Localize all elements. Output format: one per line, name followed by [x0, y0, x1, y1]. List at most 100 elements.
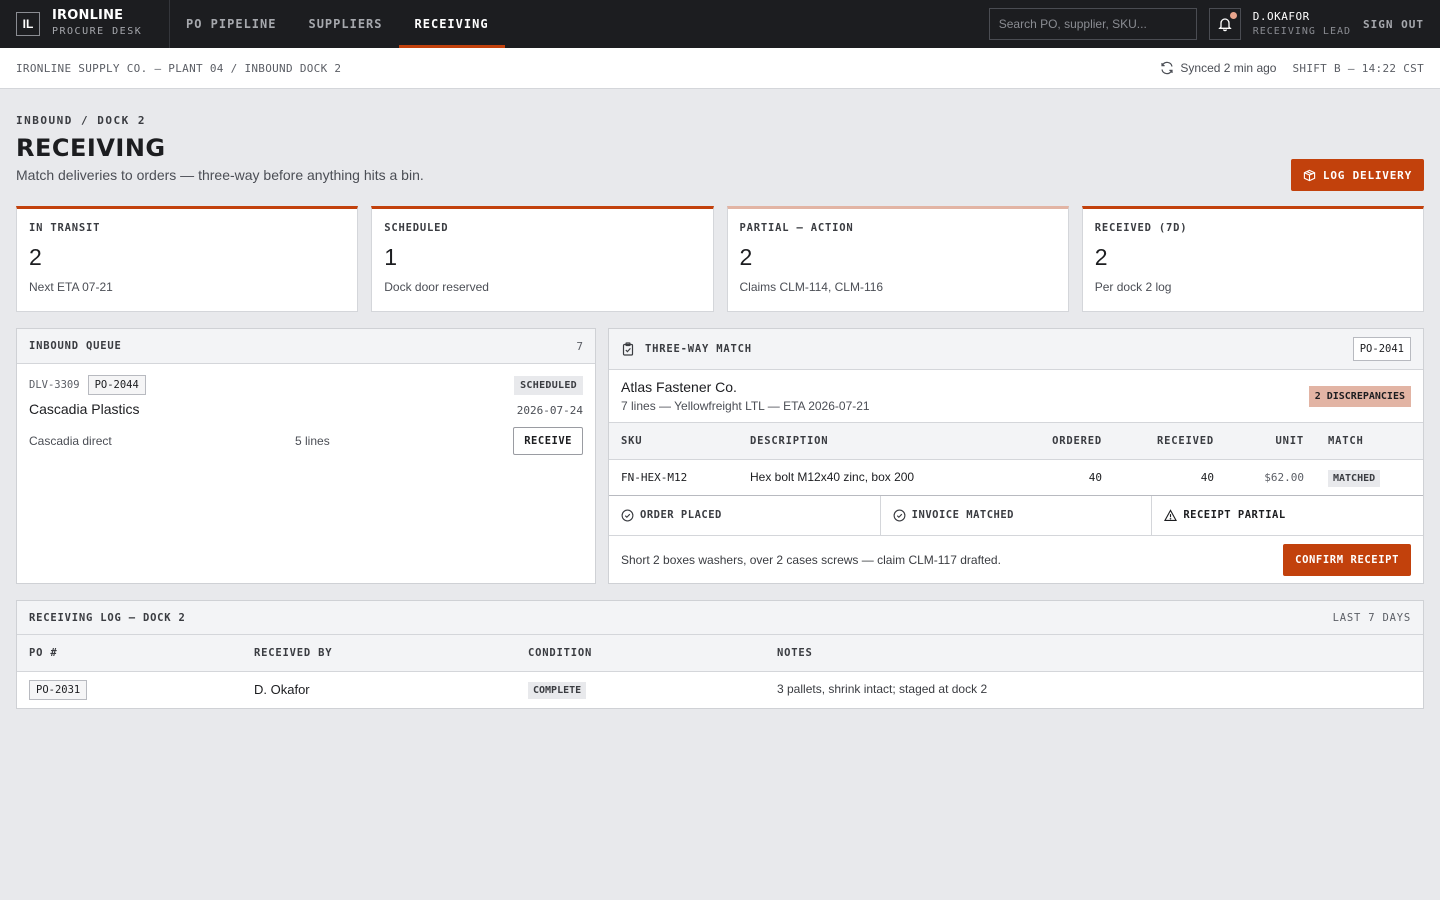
match-steps: ORDER PLACED INVOICE MATCHED RECEIPT PAR… [609, 495, 1423, 536]
sync-text: Synced 2 min ago [1180, 61, 1277, 75]
receiving-log-panel: RECEIVING LOG — DOCK 2 LAST 7 DAYS PO # … [16, 600, 1424, 709]
stat-label: IN TRANSIT [29, 222, 101, 234]
user-role: RECEIVING LEAD [1252, 25, 1352, 37]
condition-badge: COMPLETE [528, 682, 587, 700]
panel-title: INBOUND QUEUE [29, 340, 122, 352]
stat-card-scheduled: SCHEDULED 1 Dock door reserved [371, 206, 714, 312]
step-order-placed: ORDER PLACED [609, 495, 881, 535]
supplier-name: Atlas Fastener Co. [621, 379, 737, 395]
stat-label: PARTIAL — ACTION [739, 222, 854, 234]
inbound-queue-panel: INBOUND QUEUE 7 DLV-3309 PO-2044 SCHEDUL… [16, 328, 596, 584]
breadcrumb: IRONLINE SUPPLY CO. — PLANT 04 / INBOUND… [16, 61, 342, 75]
col-condition: CONDITION [516, 635, 765, 672]
stat-card-received: RECEIVED (7D) 2 Per dock 2 log [1081, 206, 1424, 312]
stat-label: SCHEDULED [384, 222, 449, 234]
receive-button[interactable]: RECEIVE [513, 427, 583, 455]
three-way-match-panel: THREE-WAY MATCH PO-2041 Atlas Fastener C… [608, 328, 1424, 584]
match-cell: MATCHED [1316, 459, 1423, 496]
stat-card-in-transit: IN TRANSIT 2 Next ETA 07-21 [16, 206, 359, 312]
discrepancy-badge[interactable]: 2 DISCREPANCIES [1308, 386, 1411, 407]
received-cell: 40 [1114, 459, 1226, 496]
notes-cell: 3 pallets, shrink intact; staged at dock… [777, 682, 988, 697]
po-tag[interactable]: PO-2044 [87, 375, 146, 395]
refresh-icon [1161, 61, 1174, 75]
match-badge: MATCHED [1328, 470, 1381, 487]
user-name: D.OKAFOR [1252, 9, 1310, 23]
log-delivery-label: LOG DELIVERY [1322, 168, 1412, 182]
table-row[interactable]: PO-2031 D. Okafor COMPLETE 3 pallets, sh… [17, 671, 1423, 707]
page-subtitle: Match deliveries to orders — three-way b… [16, 167, 424, 183]
notification-dot [1229, 12, 1237, 19]
top-bar: IL IRONLINE PROCURE DESK PO PIPELINE SUP… [0, 0, 1440, 48]
log-range[interactable]: LAST 7 DAYS [1333, 612, 1411, 624]
warning-icon [1164, 508, 1178, 521]
sync-status: Synced 2 min ago [1160, 61, 1276, 75]
ordered-cell: 40 [1013, 459, 1114, 496]
stat-value: 2 [1094, 244, 1108, 270]
queue-item[interactable]: DLV-3309 PO-2044 SCHEDULED Cascadia Plas… [17, 364, 595, 464]
brand-logo: IL [16, 12, 40, 36]
package-icon [1303, 169, 1316, 181]
stat-cards: IN TRANSIT 2 Next ETA 07-21 SCHEDULED 1 … [16, 206, 1424, 312]
line-count: 5 lines [295, 434, 330, 448]
log-delivery-button[interactable]: LOG DELIVERY [1290, 159, 1424, 191]
condition-cell: COMPLETE [516, 671, 765, 707]
po-cell: PO-2031 [17, 671, 242, 707]
context-bar: IRONLINE SUPPLY CO. — PLANT 04 / INBOUND… [0, 48, 1440, 89]
stat-value: 2 [739, 244, 753, 270]
col-notes: NOTES [765, 635, 1423, 672]
shipment-meta: 7 lines — Yellowfreight LTL — ETA 2026-0… [621, 399, 870, 413]
step-label: INVOICE MATCHED [911, 509, 1014, 521]
sku-cell: FN-HEX-M12 [609, 459, 738, 496]
delivery-date: 2026-07-24 [516, 404, 583, 417]
received-by-cell: D. Okafor [254, 681, 310, 697]
tab-receiving[interactable]: RECEIVING [398, 0, 505, 48]
match-note: Short 2 boxes washers, over 2 cases scre… [621, 552, 1001, 567]
bell-icon [1218, 18, 1232, 32]
confirm-receipt-button[interactable]: CONFIRM RECEIPT [1283, 543, 1411, 576]
col-unit: UNIT [1226, 423, 1316, 460]
shift-clock: SHIFT B — 14:22 CST [1292, 61, 1424, 75]
po-tag[interactable]: PO-2041 [1352, 337, 1411, 361]
clipboard-check-icon [622, 342, 634, 356]
col-description: DESCRIPTION [738, 423, 1013, 460]
col-sku: SKU [609, 423, 738, 460]
match-table: SKU DESCRIPTION ORDERED RECEIVED UNIT MA… [609, 423, 1423, 496]
po-tag[interactable]: PO-2031 [29, 680, 88, 701]
notifications-button[interactable] [1208, 8, 1241, 40]
col-received: RECEIVED [1114, 423, 1226, 460]
panel-title: RECEIVING LOG — DOCK 2 [29, 611, 186, 624]
user-info: D.OKAFOR RECEIVING LEAD [1253, 10, 1351, 39]
page-header: INBOUND / DOCK 2 RECEIVING Match deliver… [16, 114, 1424, 194]
stat-value: 2 [29, 244, 42, 270]
stat-label: RECEIVED (7D) [1094, 222, 1188, 234]
stat-card-partial: PARTIAL — ACTION 2 Claims CLM-114, CLM-1… [726, 206, 1069, 312]
brand-name: IRONLINE [52, 8, 124, 23]
page-eyebrow: INBOUND / DOCK 2 [16, 114, 146, 127]
unit-cell: $62.00 [1226, 459, 1316, 496]
stat-value: 1 [384, 244, 398, 270]
brand-subtitle: PROCURE DESK [52, 26, 143, 37]
page-title: RECEIVING [16, 134, 166, 162]
step-label: RECEIPT PARTIAL [1183, 509, 1286, 521]
col-po: PO # [17, 635, 242, 672]
stat-note: Dock door reserved [384, 280, 489, 294]
panel-title: THREE-WAY MATCH [645, 343, 752, 355]
carrier: Cascadia direct [29, 434, 112, 448]
col-received-by: RECEIVED BY [242, 635, 516, 672]
step-invoice-matched: INVOICE MATCHED [881, 495, 1153, 535]
sign-out-button[interactable]: SIGN OUT [1363, 18, 1424, 31]
step-receipt-partial: RECEIPT PARTIAL [1152, 496, 1423, 535]
queue-count: 7 [576, 339, 583, 353]
delivery-id: DLV-3309 [29, 379, 80, 391]
status-badge: SCHEDULED [514, 375, 583, 395]
col-ordered: ORDERED [1013, 423, 1114, 460]
tab-suppliers[interactable]: SUPPLIERS [292, 0, 398, 48]
stat-note: Next ETA 07-21 [29, 280, 113, 294]
search-input[interactable] [988, 8, 1197, 40]
tab-po-pipeline[interactable]: PO PIPELINE [170, 0, 292, 48]
check-circle-icon [621, 509, 634, 521]
description-cell: Hex bolt M12x40 zinc, box 200 [738, 459, 1013, 496]
brand[interactable]: IL IRONLINE PROCURE DESK [0, 0, 170, 48]
table-row[interactable]: FN-HEX-M12 Hex bolt M12x40 zinc, box 200… [609, 459, 1423, 496]
